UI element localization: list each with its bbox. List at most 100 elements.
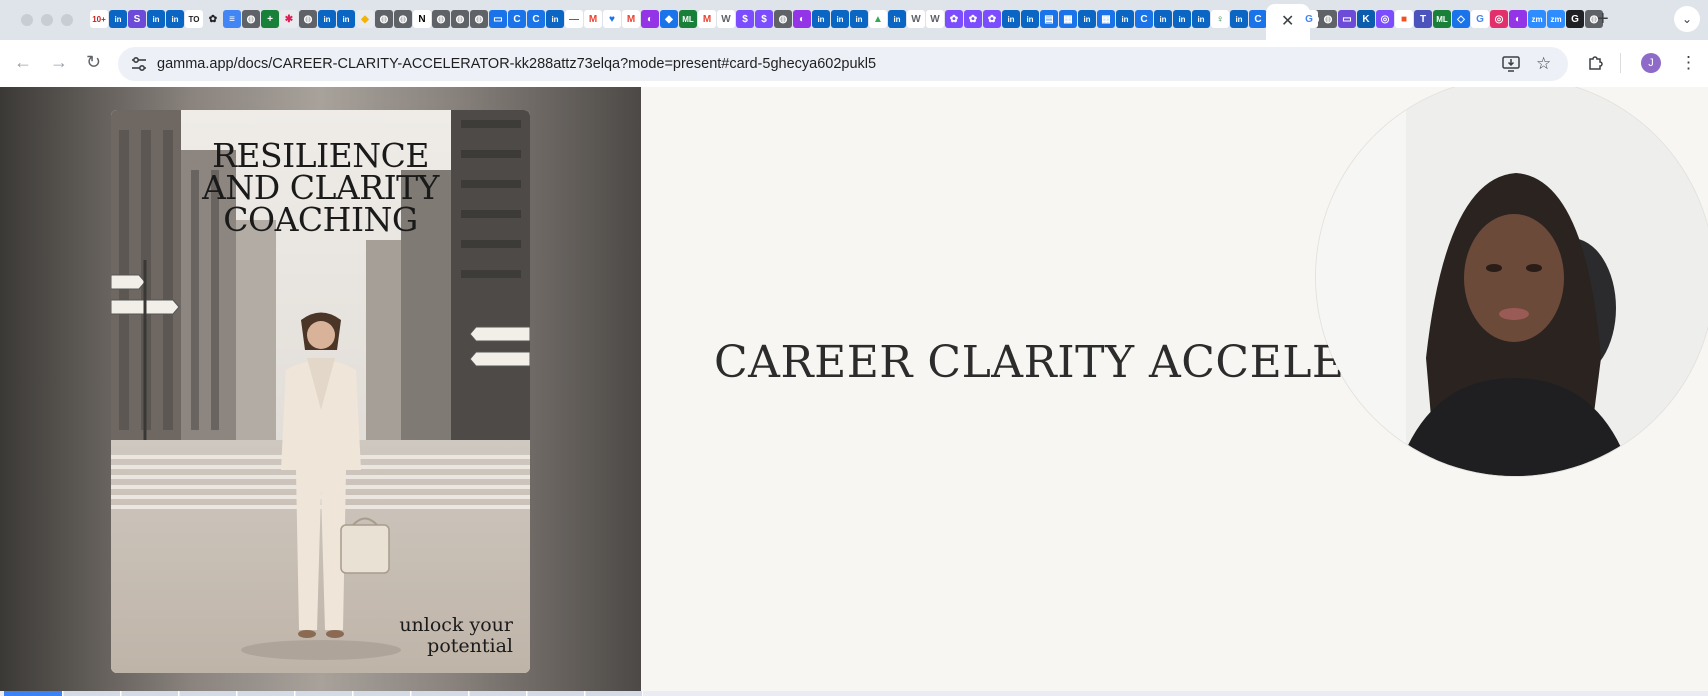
progress-segment[interactable] <box>122 691 179 696</box>
progress-segment[interactable] <box>180 691 237 696</box>
install-app-icon[interactable] <box>1502 56 1520 72</box>
tab-favicon-icon[interactable]: in <box>337 10 355 28</box>
tab-favicon-icon[interactable]: TO <box>185 10 203 28</box>
tab-favicon-icon[interactable]: ◇ <box>1452 10 1470 28</box>
tab-favicon-icon[interactable]: ◍ <box>774 10 792 28</box>
tab-favicon-icon[interactable]: C <box>508 10 526 28</box>
tab-favicon-icon[interactable]: in <box>109 10 127 28</box>
tab-favicon-icon[interactable]: in <box>166 10 184 28</box>
tab-favicon-icon[interactable]: C <box>1249 10 1267 28</box>
tab-favicon-icon[interactable]: ◍ <box>375 10 393 28</box>
tab-favicon-icon[interactable]: G <box>1566 10 1584 28</box>
tab-favicon-icon[interactable]: in <box>147 10 165 28</box>
progress-segment[interactable] <box>238 691 295 696</box>
tab-favicon-icon[interactable]: in <box>1116 10 1134 28</box>
tab-favicon-icon[interactable]: G <box>1471 10 1489 28</box>
forward-arrow-icon[interactable]: → <box>50 52 68 73</box>
tab-favicon-icon[interactable]: ◍ <box>242 10 260 28</box>
url-text[interactable]: gamma.app/docs/CAREER-CLARITY-ACCELERATO… <box>157 56 876 72</box>
progress-segment[interactable] <box>470 691 527 696</box>
tab-favicon-icon[interactable]: S <box>128 10 146 28</box>
slide-progress-bar[interactable] <box>0 691 1708 696</box>
tab-favicon-icon[interactable]: ◆ <box>356 10 374 28</box>
tab-favicon-icon[interactable]: in <box>546 10 564 28</box>
tab-favicon-icon[interactable]: K <box>1357 10 1375 28</box>
tab-favicon-icon[interactable]: in <box>1021 10 1039 28</box>
tab-favicon-icon[interactable]: M <box>622 10 640 28</box>
tab-favicon-icon[interactable]: — <box>565 10 583 28</box>
tab-search-button[interactable]: ⌄ <box>1674 6 1700 32</box>
progress-segment[interactable] <box>296 691 353 696</box>
tab-favicon-icon[interactable]: ◍ <box>1319 10 1337 28</box>
tab-favicon-icon[interactable]: ◍ <box>451 10 469 28</box>
tab-favicon-icon[interactable]: in <box>318 10 336 28</box>
tab-favicon-icon[interactable]: in <box>1078 10 1096 28</box>
profile-avatar[interactable]: J <box>1641 53 1661 73</box>
tab-favicon-icon[interactable]: ◍ <box>394 10 412 28</box>
tab-favicon-icon[interactable]: ◎ <box>1376 10 1394 28</box>
tab-favicon-icon[interactable]: C <box>527 10 545 28</box>
tab-favicon-icon[interactable]: ▲ <box>869 10 887 28</box>
tab-favicon-icon[interactable]: in <box>1230 10 1248 28</box>
tab-favicon-icon[interactable]: ◐ <box>1509 10 1527 28</box>
back-arrow-icon[interactable]: ← <box>14 52 32 73</box>
progress-segment[interactable] <box>64 691 121 696</box>
tab-favicon-icon[interactable]: W <box>717 10 735 28</box>
tab-favicon-icon[interactable]: 10+ <box>90 10 108 28</box>
tab-favicon-icon[interactable]: ✱ <box>280 10 298 28</box>
tab-favicon-icon[interactable]: ◍ <box>470 10 488 28</box>
tab-favicon-icon[interactable]: N <box>413 10 431 28</box>
tab-favicon-icon[interactable]: ◐ <box>641 10 659 28</box>
window-close-button[interactable] <box>21 14 33 26</box>
tab-favicon-icon[interactable]: W <box>926 10 944 28</box>
tab-favicon-icon[interactable]: ✿ <box>204 10 222 28</box>
tab-favicon-icon[interactable]: in <box>1173 10 1191 28</box>
extensions-puzzle-icon[interactable] <box>1587 53 1605 71</box>
tab-favicon-icon[interactable]: ▭ <box>1338 10 1356 28</box>
progress-segment-current[interactable] <box>4 691 63 696</box>
tab-favicon-icon[interactable]: ≡ <box>223 10 241 28</box>
tab-favicon-icon[interactable]: ◍ <box>432 10 450 28</box>
tab-favicon-icon[interactable]: in <box>888 10 906 28</box>
address-bar[interactable]: gamma.app/docs/CAREER-CLARITY-ACCELERATO… <box>118 47 1568 81</box>
window-minimize-button[interactable] <box>41 14 53 26</box>
tab-favicon-icon[interactable]: M <box>698 10 716 28</box>
menu-kebab-icon[interactable]: ⋮ <box>1680 53 1697 73</box>
tab-favicon-icon[interactable]: ◍ <box>299 10 317 28</box>
progress-segment[interactable] <box>354 691 411 696</box>
tab-favicon-icon[interactable]: ✿ <box>983 10 1001 28</box>
progress-segment[interactable] <box>528 691 585 696</box>
tab-favicon-icon[interactable]: C <box>1135 10 1153 28</box>
reload-icon[interactable]: ↻ <box>86 52 101 73</box>
tab-favicon-icon[interactable]: ◆ <box>660 10 678 28</box>
tab-favicon-icon[interactable]: ■ <box>1395 10 1413 28</box>
presenter-webcam-bubble[interactable] <box>1316 87 1708 476</box>
tab-favicon-icon[interactable]: ✿ <box>964 10 982 28</box>
tab-favicon-icon[interactable]: G <box>1300 10 1318 28</box>
tab-favicon-icon[interactable]: ◎ <box>1490 10 1508 28</box>
tab-favicon-icon[interactable]: in <box>1192 10 1210 28</box>
bookmark-star-icon[interactable]: ☆ <box>1536 54 1551 74</box>
tab-favicon-icon[interactable]: ▭ <box>489 10 507 28</box>
new-tab-button[interactable]: + <box>1597 8 1609 31</box>
tab-favicon-icon[interactable]: in <box>850 10 868 28</box>
tab-favicon-icon[interactable]: zm <box>1547 10 1565 28</box>
tab-favicon-icon[interactable]: ▦ <box>1097 10 1115 28</box>
tab-favicon-icon[interactable]: in <box>831 10 849 28</box>
close-tab-icon[interactable]: ✕ <box>1281 11 1294 31</box>
progress-segment[interactable] <box>412 691 469 696</box>
tab-favicon-icon[interactable]: M <box>584 10 602 28</box>
tab-favicon-icon[interactable]: zm <box>1528 10 1546 28</box>
tab-favicon-icon[interactable]: + <box>261 10 279 28</box>
window-zoom-button[interactable] <box>61 14 73 26</box>
tab-favicon-icon[interactable]: $ <box>736 10 754 28</box>
tab-favicon-icon[interactable]: ML <box>1433 10 1451 28</box>
tab-favicon-icon[interactable]: T <box>1414 10 1432 28</box>
tab-favicon-icon[interactable]: ▦ <box>1059 10 1077 28</box>
progress-segment[interactable] <box>586 691 643 696</box>
tab-favicon-icon[interactable]: ♥ <box>603 10 621 28</box>
tab-favicon-icon[interactable]: W <box>907 10 925 28</box>
tab-favicon-icon[interactable]: ✿ <box>945 10 963 28</box>
tab-favicon-icon[interactable]: ♀ <box>1211 10 1229 28</box>
tab-favicon-icon[interactable]: ▤ <box>1040 10 1058 28</box>
